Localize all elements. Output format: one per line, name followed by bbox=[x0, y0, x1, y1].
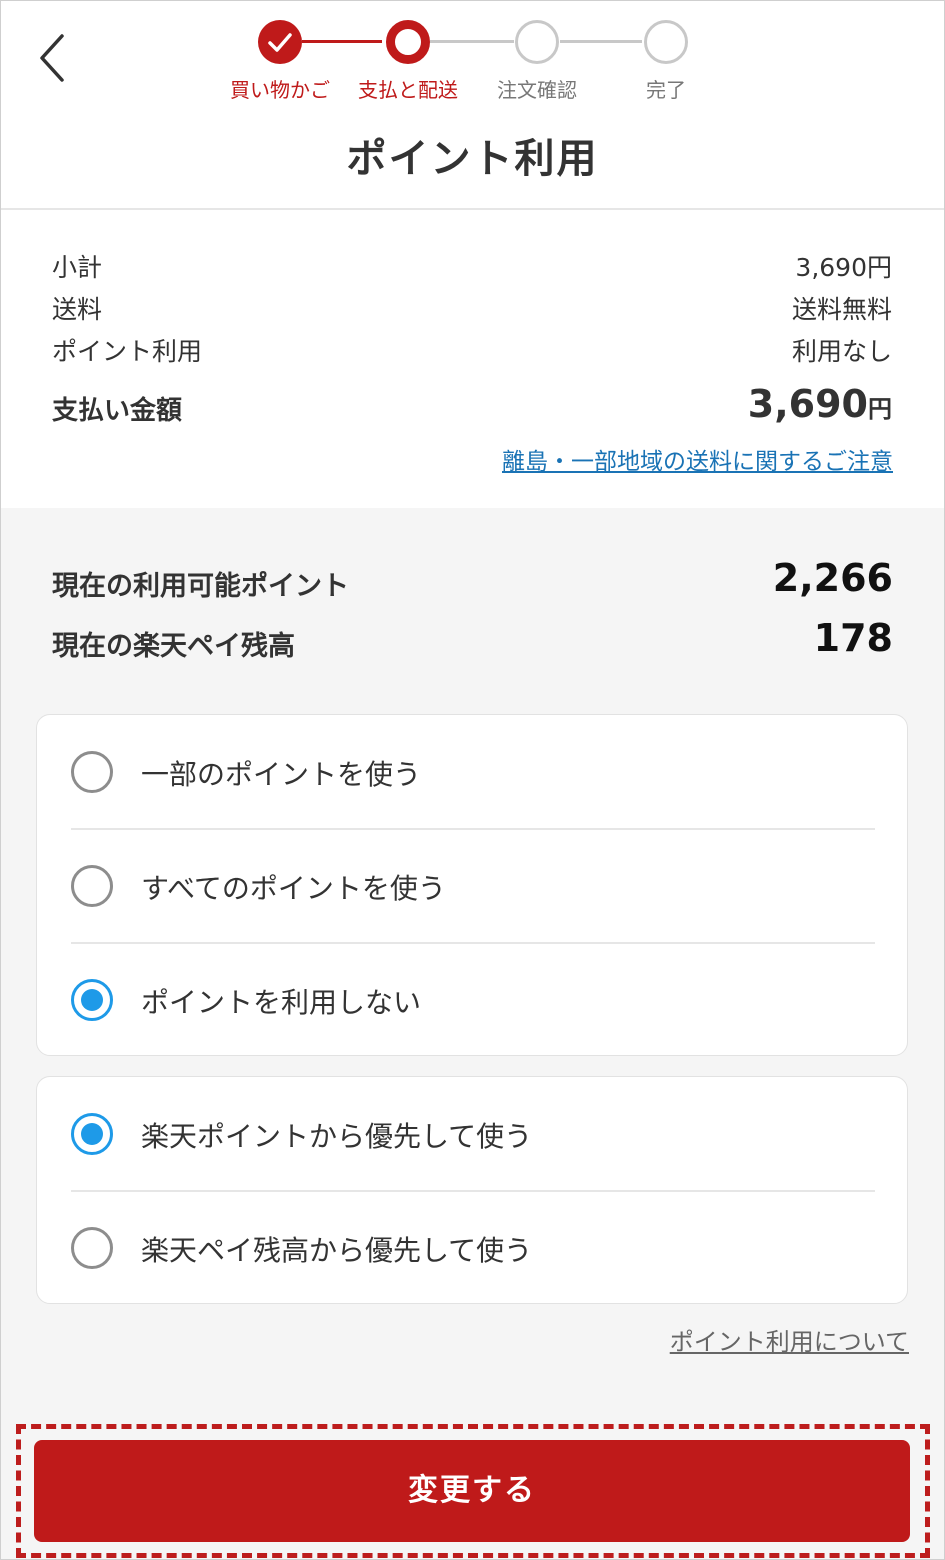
option-no-points[interactable]: ポイントを利用しない bbox=[37, 943, 909, 1055]
point-priority-options: 楽天ポイントから優先して使う 楽天ペイ残高から優先して使う bbox=[36, 1076, 908, 1304]
option-label: すべてのポイントを使う bbox=[141, 872, 446, 905]
point-usage-options: 一部のポイントを使う すべてのポイントを使う ポイントを利用しない bbox=[36, 714, 908, 1056]
header: 買い物かご 支払と配送 注文確認 完了 ポイント利用 bbox=[0, 0, 945, 210]
available-points-label: 現在の利用可能ポイント bbox=[52, 571, 349, 602]
step-connector-3 bbox=[560, 40, 642, 43]
radio-button[interactable] bbox=[71, 1227, 113, 1269]
shipping-value: 送料無料 bbox=[791, 295, 892, 324]
option-label: 一部のポイントを使う bbox=[141, 758, 422, 791]
step-4-icon bbox=[644, 20, 688, 64]
points-used-value: 利用なし bbox=[791, 337, 892, 366]
step-1-label: 買い物かご bbox=[230, 78, 330, 102]
step-1-check-icon bbox=[258, 20, 302, 64]
shipping-label: 送料 bbox=[52, 295, 103, 324]
total-label: 支払い金額 bbox=[52, 396, 183, 426]
about-points-link[interactable]: ポイント利用について bbox=[670, 1322, 909, 1357]
shipping-notice-link[interactable]: 離島・一部地域の送料に関するご注意 bbox=[502, 442, 893, 476]
option-label: 楽天ポイントから優先して使う bbox=[141, 1120, 533, 1153]
option-rakuten-points-first[interactable]: 楽天ポイントから優先して使う bbox=[37, 1077, 909, 1189]
step-connector-1 bbox=[302, 40, 382, 43]
change-button[interactable]: 変更する bbox=[34, 1440, 910, 1542]
total-value: 3,690円 bbox=[747, 382, 892, 426]
chevron-left-icon bbox=[40, 34, 64, 82]
option-pay-balance-first[interactable]: 楽天ペイ残高から優先して使う bbox=[37, 1191, 909, 1303]
option-label: ポイントを利用しない bbox=[141, 986, 422, 1019]
option-label: 楽天ペイ残高から優先して使う bbox=[141, 1234, 533, 1267]
step-2-current-icon bbox=[386, 20, 430, 64]
step-connector-2 bbox=[430, 40, 514, 43]
step-3-icon bbox=[515, 20, 559, 64]
total-unit: 円 bbox=[868, 395, 892, 423]
option-use-all-points[interactable]: すべてのポイントを使う bbox=[37, 829, 909, 941]
radio-button[interactable] bbox=[71, 865, 113, 907]
step-4-label: 完了 bbox=[646, 78, 686, 102]
radio-button[interactable] bbox=[71, 751, 113, 793]
available-points-value: 2,266 bbox=[772, 556, 893, 600]
radio-button-selected[interactable] bbox=[71, 979, 113, 1021]
radio-button-selected[interactable] bbox=[71, 1113, 113, 1155]
pay-balance-label: 現在の楽天ペイ残高 bbox=[52, 631, 295, 662]
points-used-label: ポイント利用 bbox=[52, 337, 203, 366]
option-use-partial-points[interactable]: 一部のポイントを使う bbox=[37, 715, 909, 827]
step-2-label: 支払と配送 bbox=[358, 78, 458, 102]
subtotal-label: 小計 bbox=[52, 253, 103, 282]
step-3-label: 注文確認 bbox=[497, 78, 577, 102]
subtotal-value: 3,690円 bbox=[795, 253, 892, 282]
order-summary: 小計 3,690円 送料 送料無料 ポイント利用 利用なし 支払い金額 3,69… bbox=[0, 210, 945, 508]
page-title: ポイント利用 bbox=[346, 136, 599, 182]
pay-balance-value: 178 bbox=[813, 616, 893, 660]
back-button[interactable] bbox=[30, 30, 80, 86]
